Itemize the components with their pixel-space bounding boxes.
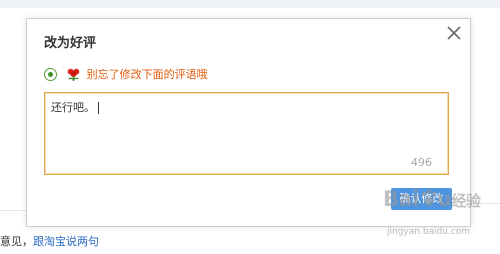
dialog-title: 改为好评 xyxy=(44,36,97,51)
watermark-url: jingyan.baidu.com xyxy=(387,227,471,237)
reminder-text: 别忘了修改下面的评语哦 xyxy=(86,68,208,81)
remaining-char-count: 496 xyxy=(411,156,432,169)
reminder-radio[interactable] xyxy=(44,67,57,81)
reminder-row: 别忘了修改下面的评语哦 xyxy=(44,66,208,81)
review-text: 还行吧。 xyxy=(51,101,95,114)
text-caret xyxy=(98,102,99,114)
feedback-link[interactable]: 跟淘宝说两句 xyxy=(33,235,99,248)
feedback-prefix: 意见， xyxy=(0,235,33,248)
divider xyxy=(0,210,26,211)
feedback-line: 意见，跟淘宝说两句 xyxy=(0,233,99,249)
flower-icon xyxy=(67,68,80,81)
baidu-jingyan-watermark: Bai u经验 jingyan.baidu.com xyxy=(381,187,500,247)
paw-icon xyxy=(421,189,437,206)
review-text-value: 还行吧。 xyxy=(51,99,99,115)
review-textarea[interactable]: 还行吧。 496 xyxy=(44,92,449,175)
page-header-strip xyxy=(0,0,500,8)
close-icon[interactable] xyxy=(445,24,463,42)
